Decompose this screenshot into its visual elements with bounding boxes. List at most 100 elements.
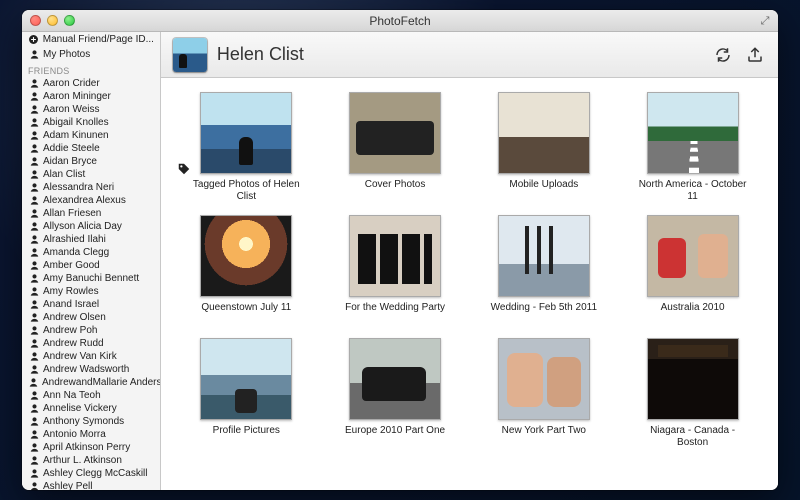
- sidebar-friend-item[interactable]: Abigail Knolles: [22, 116, 160, 129]
- sidebar-friend-item[interactable]: Allyson Alicia Day: [22, 220, 160, 233]
- album-title: New York Part Two: [502, 425, 586, 449]
- sidebar-friend-label: Amber Good: [43, 260, 100, 271]
- person-icon: [28, 403, 40, 415]
- sidebar-friend-item[interactable]: Amanda Clegg: [22, 246, 160, 259]
- sidebar-friend-item[interactable]: Aaron Mininger: [22, 90, 160, 103]
- refresh-button[interactable]: [712, 44, 734, 66]
- sidebar-friend-item[interactable]: Amber Good: [22, 259, 160, 272]
- album-item[interactable]: Wedding - Feb 5th 2011: [484, 215, 603, 326]
- fullscreen-icon[interactable]: ⤢: [758, 14, 772, 28]
- album-title: Niagara - Canada - Boston: [633, 425, 752, 449]
- sidebar-friend-item[interactable]: Amy Rowles: [22, 285, 160, 298]
- album-title: For the Wedding Party: [345, 302, 445, 326]
- person-icon: [28, 468, 40, 480]
- person-icon: [28, 390, 40, 402]
- friends-list: Aaron CriderAaron Mininger Aaron WeissAbi…: [22, 77, 160, 490]
- sidebar-friend-label: Aaron Mininger: [43, 91, 111, 102]
- sidebar-friend-item[interactable]: Ashley Pell: [22, 480, 160, 490]
- person-icon: [28, 429, 40, 441]
- person-icon: [28, 91, 40, 103]
- sidebar-friend-label: Aaron Weiss: [43, 104, 100, 115]
- sidebar-friend-item[interactable]: Alexandrea Alexus: [22, 194, 160, 207]
- sidebar-friend-item[interactable]: Annelise Vickery: [22, 402, 160, 415]
- album-item[interactable]: Tagged Photos of Helen Clist: [187, 92, 306, 203]
- sidebar-friend-item[interactable]: Anand Israel: [22, 298, 160, 311]
- person-icon: [28, 481, 40, 491]
- sidebar-friend-label: Andrew Van Kirk: [43, 351, 117, 362]
- album-title: Queenstown July 11: [201, 302, 291, 326]
- export-button[interactable]: [744, 44, 766, 66]
- album-item[interactable]: North America - October 11: [633, 92, 752, 203]
- sidebar-friend-item[interactable]: Andrew Van Kirk: [22, 350, 160, 363]
- album-thumbnail: [498, 215, 590, 297]
- sidebar-friend-item[interactable]: Aidan Bryce: [22, 155, 160, 168]
- album-thumbnail: [647, 92, 739, 174]
- sidebar-friend-item[interactable]: Anthony Symonds: [22, 415, 160, 428]
- sidebar-friend-item[interactable]: Ann Na Teoh: [22, 389, 160, 402]
- person-icon: [28, 377, 39, 389]
- sidebar-friend-label: Annelise Vickery: [43, 403, 117, 414]
- person-icon: [28, 104, 40, 116]
- person-icon: [28, 208, 40, 220]
- person-icon: [28, 143, 40, 155]
- person-icon: [28, 455, 40, 467]
- sidebar-friend-item[interactable]: April Atkinson Perry: [22, 441, 160, 454]
- sidebar-manual-id-label: Manual Friend/Page ID...: [43, 34, 154, 45]
- sidebar-friend-item[interactable]: AndrewandMallarie Andersen: [22, 376, 160, 389]
- album-title: Cover Photos: [365, 179, 426, 203]
- album-thumbnail: [498, 338, 590, 420]
- sidebar-friend-label: AndrewandMallarie Andersen: [42, 377, 160, 388]
- album-title: Tagged Photos of Helen Clist: [187, 179, 306, 203]
- album-item[interactable]: New York Part Two: [484, 338, 603, 449]
- sidebar-friend-label: Amy Banuchi Bennett: [43, 273, 139, 284]
- sidebar-friend-label: Andrew Wadsworth: [43, 364, 129, 375]
- person-icon: [28, 234, 40, 246]
- sidebar-friend-label: Ann Na Teoh: [43, 390, 101, 401]
- sidebar-friend-item[interactable]: Antonio Morra: [22, 428, 160, 441]
- person-icon: [28, 338, 40, 350]
- content-pane: Helen Clist Tagged Photos of Helen Clist…: [161, 32, 778, 490]
- sidebar-friend-item[interactable]: Andrew Wadsworth: [22, 363, 160, 376]
- person-icon: [28, 442, 40, 454]
- sidebar-friend-item[interactable]: Addie Steele: [22, 142, 160, 155]
- sidebar-manual-id[interactable]: Manual Friend/Page ID...: [22, 32, 160, 47]
- album-item[interactable]: Profile Pictures: [187, 338, 306, 449]
- sidebar-friend-label: Allyson Alicia Day: [43, 221, 122, 232]
- album-item[interactable]: Queenstown July 11: [187, 215, 306, 326]
- sidebar-friend-item[interactable]: Andrew Rudd: [22, 337, 160, 350]
- album-item[interactable]: Australia 2010: [633, 215, 752, 326]
- album-item[interactable]: Niagara - Canada - Boston: [633, 338, 752, 449]
- sidebar-my-photos-label: My Photos: [43, 49, 90, 60]
- sidebar-friend-item[interactable]: Arthur L. Atkinson: [22, 454, 160, 467]
- album-item[interactable]: For the Wedding Party: [336, 215, 455, 326]
- sidebar-friend-item[interactable]: Ashley Clegg McCaskill: [22, 467, 160, 480]
- sidebar-my-photos[interactable]: My Photos: [22, 47, 160, 62]
- sidebar-friend-item[interactable]: Alrashied Ilahi: [22, 233, 160, 246]
- albums-scroll[interactable]: Tagged Photos of Helen Clist Cover Photos…: [161, 78, 778, 490]
- sidebar-friend-label: Amanda Clegg: [43, 247, 109, 258]
- sidebar-friend-item[interactable]: Aaron Crider: [22, 77, 160, 90]
- window-title: PhotoFetch: [22, 14, 778, 28]
- album-thumbnail: [498, 92, 590, 174]
- sidebar-friend-item[interactable]: Alessandra Neri: [22, 181, 160, 194]
- sidebar-friend-item[interactable]: Andrew Olsen: [22, 311, 160, 324]
- sidebar-friend-item[interactable]: Andrew Poh: [22, 324, 160, 337]
- sidebar-friend-item[interactable]: Adam Kinunen: [22, 129, 160, 142]
- sidebar-friend-label: Alexandrea Alexus: [43, 195, 126, 206]
- album-item[interactable]: Mobile Uploads: [484, 92, 603, 203]
- album-thumbnail: [349, 215, 441, 297]
- sidebar-friend-item[interactable]: Amy Banuchi Bennett: [22, 272, 160, 285]
- album-item[interactable]: Europe 2010 Part One: [336, 338, 455, 449]
- person-icon: [28, 351, 40, 363]
- export-icon: [746, 46, 764, 64]
- sidebar-friend-label: Adam Kinunen: [43, 130, 109, 141]
- sidebar-friend-item[interactable]: Alan Clist: [22, 168, 160, 181]
- sidebar-friend-item[interactable]: Aaron Weiss: [22, 103, 160, 116]
- album-thumbnail: [200, 92, 292, 174]
- sidebar-friend-label: Arthur L. Atkinson: [43, 455, 122, 466]
- album-thumbnail: [349, 92, 441, 174]
- sidebar-friend-label: Alan Clist: [43, 169, 85, 180]
- album-item[interactable]: Cover Photos: [336, 92, 455, 203]
- person-icon: [28, 286, 40, 298]
- sidebar-friend-item[interactable]: Allan Friesen: [22, 207, 160, 220]
